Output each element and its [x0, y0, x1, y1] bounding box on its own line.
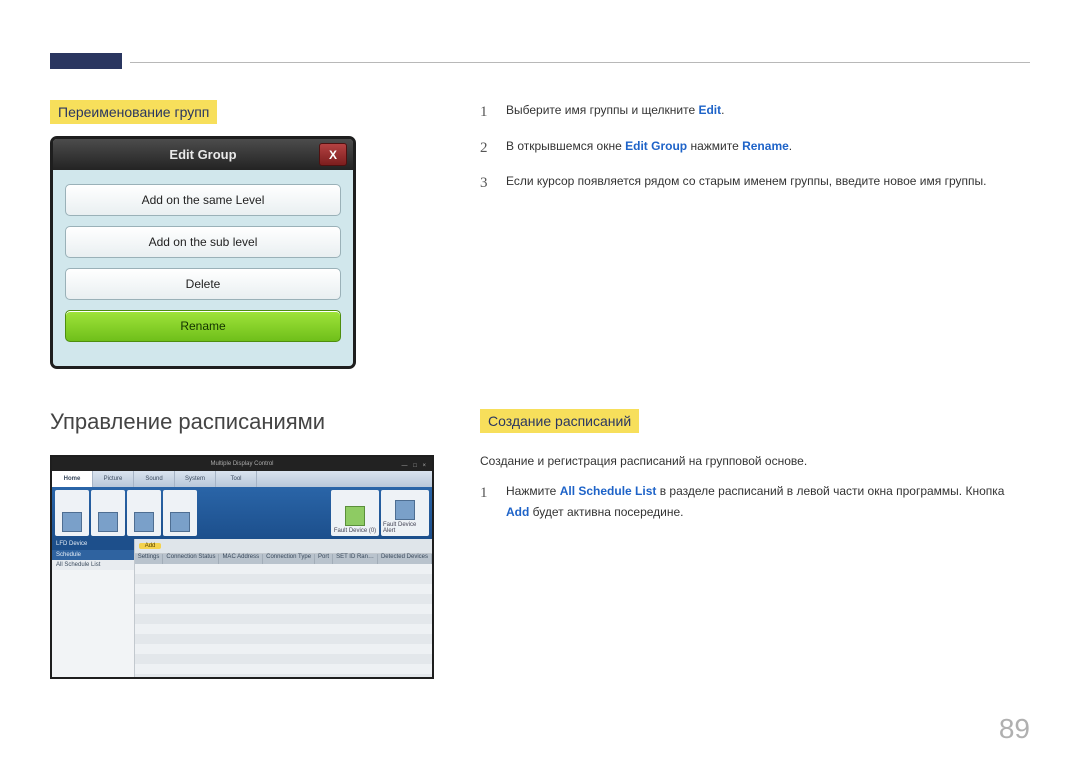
edit-group-link: Edit Group — [625, 139, 687, 153]
mdc-toolbar: Add — [135, 539, 432, 554]
step-2-post: . — [789, 139, 792, 153]
fault-alert-card[interactable]: Fault Device Alert — [381, 490, 429, 536]
page-number: 89 — [999, 713, 1030, 745]
sidebar-item-schedule[interactable]: Schedule — [52, 549, 134, 560]
col-setid: SET ID Ran… — [333, 554, 378, 564]
edit-link: Edit — [698, 103, 721, 117]
add-sub-level-button[interactable]: Add on the sub level — [65, 226, 341, 258]
ribbon-item[interactable] — [91, 490, 125, 536]
ribbon-item[interactable] — [127, 490, 161, 536]
step-text: Выберите имя группы и щелкните Edit. — [506, 100, 724, 126]
sched-step-post: будет активна посередине. — [529, 505, 683, 519]
tab-system[interactable]: System — [175, 471, 216, 487]
schedule-step-1: 1 Нажмите All Schedule List в разделе ра… — [480, 481, 1030, 522]
col-settings: Settings — [135, 554, 164, 564]
add-button[interactable]: Add — [139, 543, 162, 549]
add-same-level-button[interactable]: Add on the same Level — [65, 184, 341, 216]
mdc-title: Multiple Display Control — [210, 461, 273, 467]
table-rows-empty — [135, 564, 432, 679]
tab-sound[interactable]: Sound — [134, 471, 175, 487]
col-detected: Detected Devices — [378, 554, 432, 564]
rename-steps: 1 Выберите имя группы и щелкните Edit. 2… — [480, 100, 1030, 197]
step-1-pre: Выберите имя группы и щелкните — [506, 103, 698, 117]
step-text: Нажмите All Schedule List в разделе расп… — [506, 481, 1030, 522]
step-number: 3 — [480, 171, 494, 197]
close-icon: X — [329, 148, 337, 162]
fault-device-card[interactable]: Fault Device (0) — [331, 490, 379, 536]
mdc-tabstrip: Home Picture Sound System Tool — [52, 471, 432, 487]
fault-device-icon — [345, 506, 365, 526]
sidebar-item-all-schedule-list[interactable]: All Schedule List — [52, 560, 134, 570]
heading-schedules: Управление расписаниями — [50, 409, 440, 435]
step-number: 2 — [480, 136, 494, 162]
tab-home[interactable]: Home — [52, 471, 93, 487]
step-2-mid: нажмите — [687, 139, 742, 153]
sched-step-pre: Нажмите — [506, 484, 560, 498]
col-mac: MAC Address — [219, 554, 263, 564]
step-number: 1 — [480, 100, 494, 126]
step-1-post: . — [721, 103, 724, 117]
step-1: 1 Выберите имя группы и щелкните Edit. — [480, 100, 1030, 126]
mdc-main: Add Settings Connection Status MAC Addre… — [135, 539, 432, 679]
close-button[interactable]: X — [319, 143, 347, 166]
intro-text: Создание и регистрация расписаний на гру… — [480, 451, 1030, 471]
tab-tool[interactable]: Tool — [216, 471, 257, 487]
step-2-pre: В открывшемся окне — [506, 139, 625, 153]
delete-button[interactable]: Delete — [65, 268, 341, 300]
fault-device-label: Fault Device (0) — [334, 528, 376, 534]
dialog-title-text: Edit Group — [169, 147, 236, 162]
all-schedule-list-link: All Schedule List — [560, 484, 657, 498]
rename-button[interactable]: Rename — [65, 310, 341, 342]
section-title-create-schedule: Создание расписаний — [480, 409, 639, 433]
step-text: В открывшемся окне Edit Group нажмите Re… — [506, 136, 792, 162]
sidebar-item-lfd[interactable]: LFD Device — [52, 539, 134, 549]
device-icon — [62, 512, 82, 532]
mdc-sidebar: LFD Device Schedule All Schedule List — [52, 539, 135, 679]
sched-step-mid: в разделе расписаний в левой части окна … — [656, 484, 1004, 498]
device-icon — [170, 512, 190, 532]
step-3: 3 Если курсор появляется рядом со старым… — [480, 171, 1030, 197]
mdc-titlebar: Multiple Display Control — □ × — [52, 457, 432, 471]
fault-alert-label: Fault Device Alert — [383, 522, 427, 534]
table-header: Settings Connection Status MAC Address C… — [135, 554, 432, 564]
window-controls-icon[interactable]: — □ × — [402, 459, 428, 473]
mdc-ribbon: Fault Device (0) Fault Device Alert — [52, 487, 432, 539]
col-port: Port — [315, 554, 333, 564]
rename-link: Rename — [742, 139, 789, 153]
chapter-tab — [50, 53, 122, 69]
dialog-titlebar: Edit Group X — [53, 139, 353, 170]
top-rule — [130, 62, 1030, 63]
add-link: Add — [506, 505, 529, 519]
col-conn-type: Connection Type — [263, 554, 315, 564]
col-connection: Connection Status — [163, 554, 219, 564]
edit-group-dialog: Edit Group X Add on the same Level Add o… — [50, 136, 356, 369]
dialog-body: Add on the same Level Add on the sub lev… — [53, 170, 353, 366]
step-number: 1 — [480, 481, 494, 522]
ribbon-item[interactable] — [55, 490, 89, 536]
device-icon — [134, 512, 154, 532]
mdc-window: Multiple Display Control — □ × Home Pict… — [50, 455, 434, 679]
ribbon-item[interactable] — [163, 490, 197, 536]
tab-picture[interactable]: Picture — [93, 471, 134, 487]
step-2: 2 В открывшемся окне Edit Group нажмите … — [480, 136, 1030, 162]
section-title-rename: Переименование групп — [50, 100, 217, 124]
fault-alert-icon — [395, 500, 415, 520]
device-icon — [98, 512, 118, 532]
step-text: Если курсор появляется рядом со старым и… — [506, 171, 986, 197]
